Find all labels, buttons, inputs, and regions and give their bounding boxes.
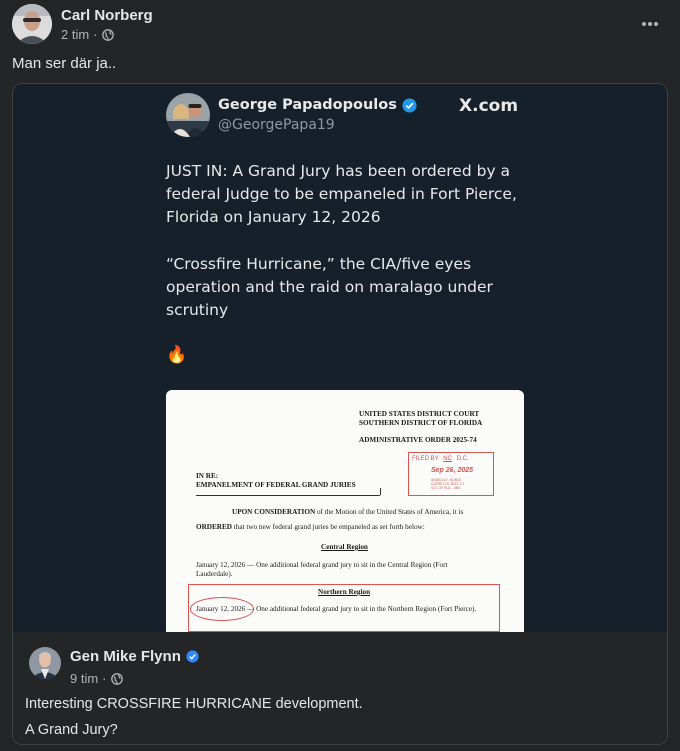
central-region-heading: Central Region bbox=[321, 543, 368, 551]
northern-region-line: January 12, 2026 — One additional federa… bbox=[196, 605, 476, 613]
tweet-paragraph-1: JUST IN: A Grand Jury has been ordered b… bbox=[166, 160, 517, 229]
tweet-avatar-photo bbox=[166, 93, 210, 137]
court-district: SOUTHERN DISTRICT OF FLORIDA bbox=[359, 419, 483, 427]
northern-region-heading: Northern Region bbox=[318, 588, 371, 596]
post-time[interactable]: 2 tim bbox=[61, 27, 89, 42]
central-region-line-2: Lauderdale). bbox=[196, 570, 233, 578]
stamp-filed: FILED BY bbox=[412, 456, 439, 462]
verified-badge-icon bbox=[402, 97, 417, 113]
shared-author-name[interactable]: Gen Mike Flynn bbox=[70, 648, 181, 665]
court-name: UNITED STATES DISTRICT COURT bbox=[359, 410, 480, 418]
tweet-line: operation and the raid on maralago under bbox=[166, 278, 493, 296]
globe-icon bbox=[101, 28, 114, 41]
author-avatar-photo bbox=[12, 4, 52, 44]
tweet-line: scrutiny bbox=[166, 301, 229, 319]
stamp-clerk-3: S.D. OF FLA. - MIA bbox=[431, 486, 461, 490]
shared-post-card[interactable]: George Papadopoulos @GeorgePapa19 X.com … bbox=[12, 83, 668, 745]
shared-author: Gen Mike Flynn bbox=[70, 648, 199, 665]
tweet-line: “Crossfire Hurricane,” the CIA/five eyes bbox=[166, 255, 472, 273]
in-re: IN RE: bbox=[196, 472, 219, 480]
shared-post-text-1: Interesting CROSSFIRE HURRICANE developm… bbox=[25, 696, 363, 712]
in-re-subject: EMPANELMENT OF FEDERAL GRAND JURIES bbox=[196, 481, 356, 489]
filed-stamp: FILED BY NC D.C. Sep 26, 2025 ANGELA E. … bbox=[408, 452, 494, 496]
ordered-bold: ORDERED bbox=[196, 523, 232, 531]
tweet-avatar bbox=[166, 93, 210, 137]
post-meta: 2 tim · bbox=[61, 27, 114, 42]
court-document-image: UNITED STATES DISTRICT COURT SOUTHERN DI… bbox=[166, 390, 524, 632]
tweet-line: JUST IN: A Grand Jury has been ordered b… bbox=[166, 162, 511, 180]
meta-separator: · bbox=[93, 27, 98, 42]
shared-author-avatar[interactable] bbox=[29, 647, 61, 679]
post-text: Man ser där ja.. bbox=[12, 55, 117, 72]
tweet-image[interactable]: George Papadopoulos @GeorgePapa19 X.com … bbox=[13, 84, 667, 632]
tweet-handle: @GeorgePapa19 bbox=[218, 117, 335, 133]
meta-separator: · bbox=[102, 671, 107, 686]
northern-date: January 12, 2026 bbox=[196, 605, 246, 613]
upon-bold: UPON CONSIDERATION bbox=[232, 508, 316, 516]
ordered-rest: that two new federal grand juries be emp… bbox=[233, 523, 425, 531]
caption-rule bbox=[196, 495, 380, 496]
shared-post-text-2: A Grand Jury? bbox=[25, 722, 118, 738]
author-name[interactable]: Carl Norberg bbox=[61, 7, 153, 24]
caption-tick bbox=[380, 488, 381, 495]
shared-post-meta: 9 tim · bbox=[70, 671, 123, 686]
northern-rest: — One additional federal grand jury to s… bbox=[247, 605, 477, 613]
order-number: ADMINISTRATIVE ORDER 2025-74 bbox=[359, 436, 477, 444]
tweet-paragraph-2: “Crossfire Hurricane,” the CIA/five eyes… bbox=[166, 253, 493, 322]
tweet-line: Florida on January 12, 2026 bbox=[166, 208, 381, 226]
tweet-line: federal Judge to be empaneled in Fort Pi… bbox=[166, 185, 517, 203]
globe-icon bbox=[110, 672, 123, 685]
upon-consideration: UPON CONSIDERATION of the Motion of the … bbox=[232, 508, 463, 516]
verified-badge-icon bbox=[186, 650, 199, 663]
shared-post-time[interactable]: 9 tim bbox=[70, 671, 98, 686]
upon-rest: of the Motion of the United States of Am… bbox=[316, 508, 464, 516]
stamp-date: Sep 26, 2025 bbox=[431, 467, 474, 474]
tweet-author: George Papadopoulos bbox=[218, 97, 417, 113]
ordered-line: ORDERED that two new federal grand jurie… bbox=[196, 523, 425, 531]
author-avatar[interactable] bbox=[12, 4, 52, 44]
stamp-initials: NC bbox=[443, 456, 452, 462]
stamp-dc: D.C. bbox=[456, 456, 469, 462]
x-com-logo: X.com bbox=[459, 96, 519, 116]
ellipsis-icon bbox=[642, 22, 658, 26]
tweet-author-name: George Papadopoulos bbox=[218, 97, 397, 113]
central-region-line-1: January 12, 2026 — One additional federa… bbox=[196, 561, 448, 569]
shared-post-info: Gen Mike Flynn 9 tim · Interesting CROSS… bbox=[13, 632, 667, 744]
more-options-button[interactable] bbox=[641, 10, 659, 33]
shared-author-avatar-photo bbox=[29, 647, 61, 679]
fire-emoji: 🔥 bbox=[166, 345, 188, 365]
